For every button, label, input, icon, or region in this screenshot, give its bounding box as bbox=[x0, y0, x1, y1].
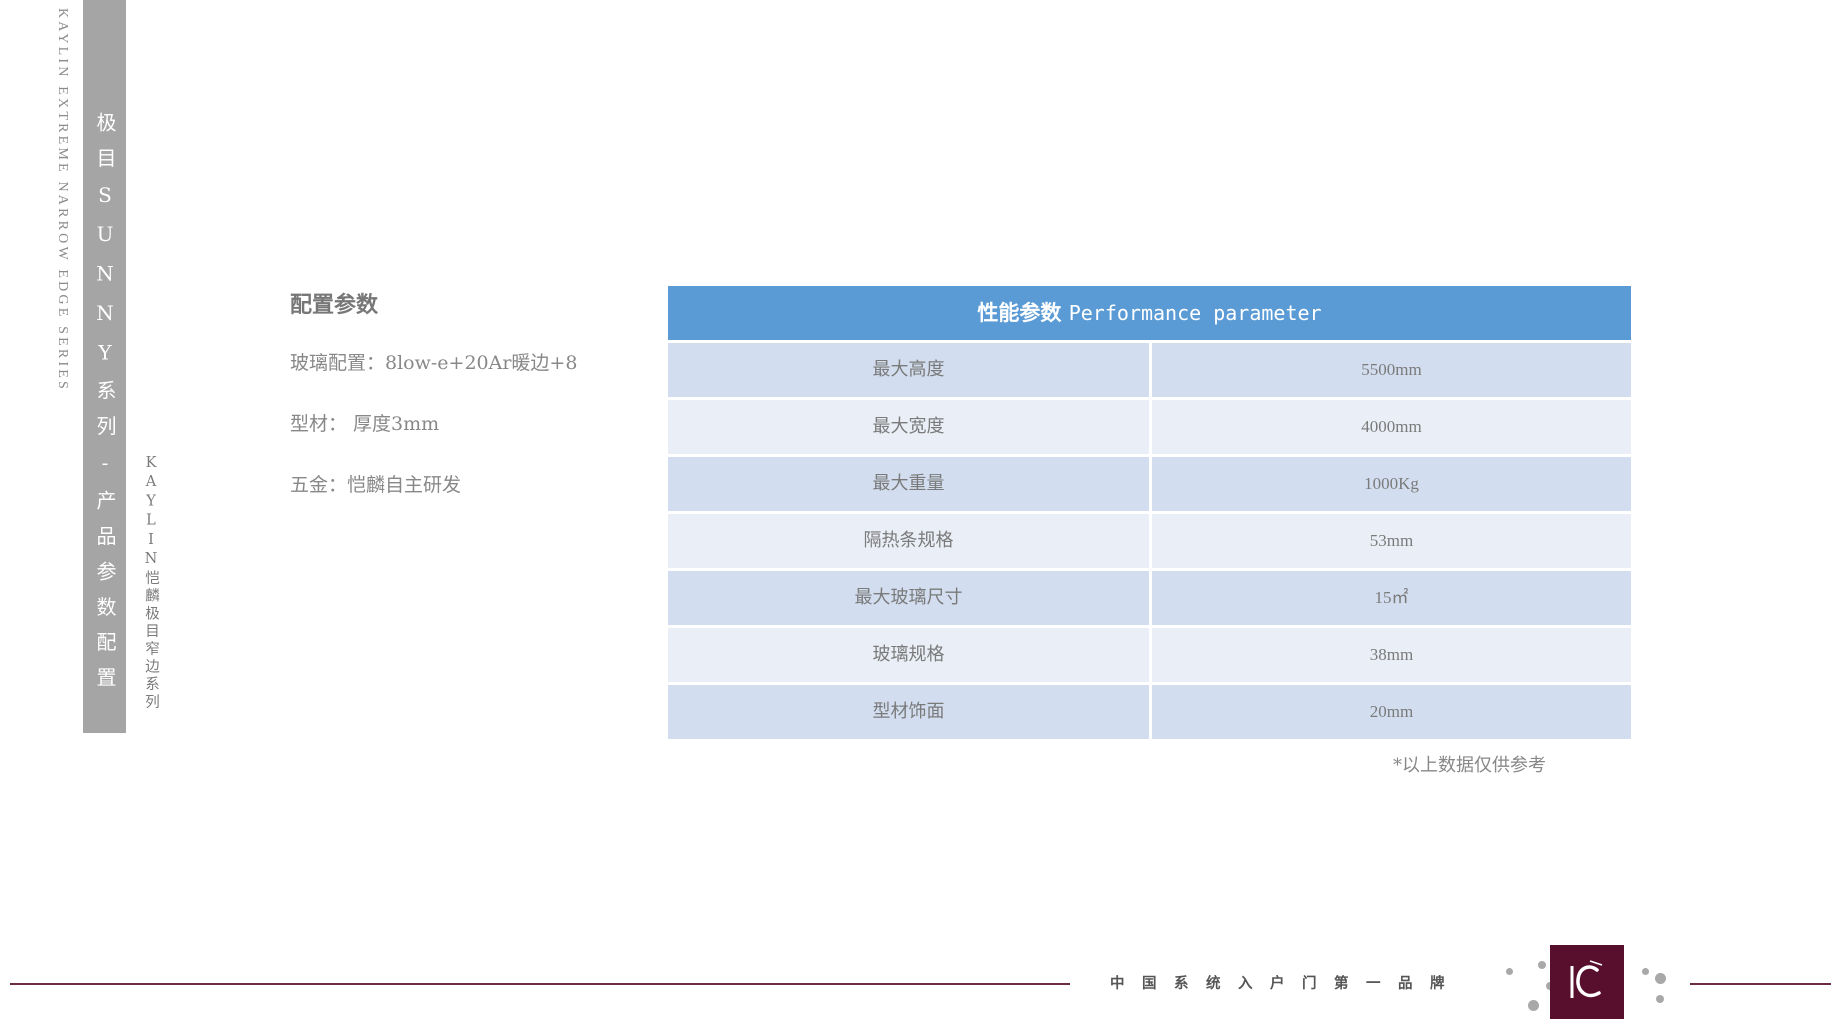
decor-dot bbox=[1538, 961, 1546, 969]
decor-dot bbox=[1642, 968, 1649, 975]
footer-divider-left bbox=[10, 983, 1070, 985]
config-hardware: 五金：恺麟自主研发 bbox=[290, 474, 462, 496]
param-label: 最大玻璃尺寸 bbox=[668, 571, 1149, 625]
table-row: 最大高度 5500mm bbox=[668, 343, 1631, 397]
table-row: 最大重量 1000Kg bbox=[668, 457, 1631, 511]
table-row: 最大宽度 4000mm bbox=[668, 400, 1631, 454]
table-row: 隔热条规格 53mm bbox=[668, 514, 1631, 568]
param-label: 隔热条规格 bbox=[668, 514, 1149, 568]
param-value: 4000mm bbox=[1152, 400, 1631, 454]
brand-slogan: 中国系统入户门第一品牌 bbox=[1110, 976, 1462, 992]
footer-divider-right bbox=[1690, 983, 1831, 985]
performance-table: 性能参数 Performance parameter 最大高度 5500mm 最… bbox=[668, 286, 1631, 739]
param-value: 38mm bbox=[1152, 628, 1631, 682]
series-subtitle-vertical: KAYLIN恺麟极目窄边系列 bbox=[143, 455, 159, 712]
series-english-vertical: KAYLIN EXTREME NARROW EDGE SERIES bbox=[55, 8, 70, 393]
config-section: 配置参数 玻璃配置：8low-e+20Ar暖边+8 型材： 厚度3mm 五金：恺… bbox=[290, 290, 577, 496]
param-label: 最大高度 bbox=[668, 343, 1149, 397]
decor-dot bbox=[1655, 973, 1666, 984]
kaylin-logo-icon bbox=[1550, 945, 1624, 1019]
decor-dot bbox=[1656, 995, 1664, 1003]
param-value: 5500mm bbox=[1152, 343, 1631, 397]
kaylin-logo bbox=[1550, 945, 1624, 1019]
param-value: 20mm bbox=[1152, 685, 1631, 739]
table-row: 玻璃规格 38mm bbox=[668, 628, 1631, 682]
param-label: 最大重量 bbox=[668, 457, 1149, 511]
performance-title-en: Performance parameter bbox=[1068, 301, 1322, 325]
param-label: 型材饰面 bbox=[668, 685, 1149, 739]
param-label: 玻璃规格 bbox=[668, 628, 1149, 682]
decor-dot bbox=[1506, 968, 1513, 975]
table-row: 型材饰面 20mm bbox=[668, 685, 1631, 739]
config-title: 配置参数 bbox=[290, 292, 379, 318]
config-profile: 型材： 厚度3mm bbox=[290, 413, 440, 435]
table-row: 最大玻璃尺寸 15㎡ bbox=[668, 571, 1631, 625]
series-title-band: 极目SUNNY系列-产品参数配置 bbox=[83, 0, 126, 733]
param-value: 15㎡ bbox=[1152, 571, 1631, 625]
param-value: 1000Kg bbox=[1152, 457, 1631, 511]
performance-title-cn: 性能参数 bbox=[977, 300, 1062, 325]
table-footnote: *以上数据仅供参考 bbox=[1393, 755, 1546, 776]
performance-table-header: 性能参数 Performance parameter bbox=[668, 286, 1631, 340]
param-label: 最大宽度 bbox=[668, 400, 1149, 454]
config-glass: 玻璃配置：8low-e+20Ar暖边+8 bbox=[290, 352, 578, 374]
series-title-text: 极目SUNNY系列-产品参数配置 bbox=[93, 112, 117, 703]
param-value: 53mm bbox=[1152, 514, 1631, 568]
decor-dot bbox=[1528, 1000, 1539, 1011]
